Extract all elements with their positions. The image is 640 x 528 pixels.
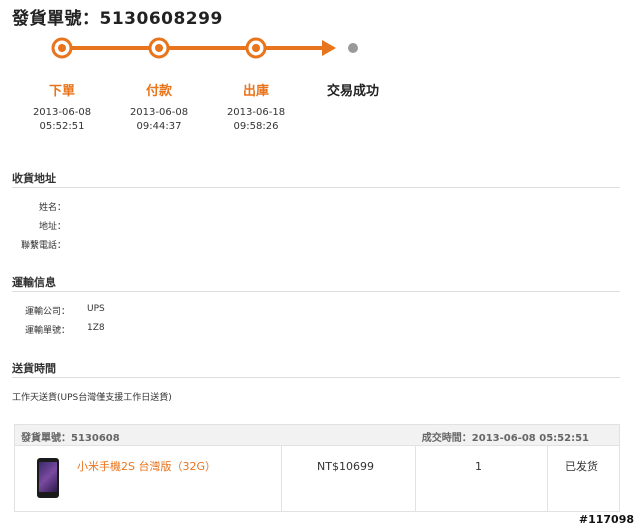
divider [12, 187, 620, 188]
progress-arrow-icon [322, 40, 336, 56]
step-label-order: 下單 [48, 84, 75, 99]
order-item-row: 小米手機2S 台灣版（32G） NT$10699 1 已发货 [14, 446, 620, 512]
section-heading-delivery: 送貨時間 [12, 362, 56, 375]
progress-track [51, 37, 358, 59]
watermark: #117098 [578, 513, 634, 526]
carrier-value: UPS [87, 304, 105, 314]
product-thumbnail[interactable] [37, 458, 59, 498]
delivery-note: 工作天送貨(UPS台灣僅支援工作日送貨) [12, 393, 172, 403]
carrier-label: 運輸公司： [24, 307, 70, 317]
section-heading-address: 收貨地址 [12, 172, 56, 185]
product-quantity: 1 [475, 460, 482, 473]
step-label-payment: 付款 [145, 84, 172, 99]
divider [12, 291, 620, 292]
step-label-outbound: 出庫 [242, 84, 269, 99]
step-time-outbound: 2013-06-18 09:58:26 [226, 107, 286, 132]
address-label: 地址： [38, 222, 66, 232]
order-status: 已发货 [565, 460, 598, 473]
step-time-order: 2013-06-08 05:52:51 [32, 107, 92, 132]
step-node-4-pending [348, 43, 358, 53]
deal-time: 成交時間：2013-06-08 05:52:51 [421, 433, 589, 444]
name-label: 姓名： [38, 203, 66, 213]
tracking-value: 1Z8 [87, 323, 105, 333]
step-time-payment: 2013-06-08 09:44:37 [129, 107, 189, 132]
step-node-2 [148, 37, 170, 59]
product-price: NT$10699 [317, 460, 374, 473]
order-number: 發貨單號：5130608 [21, 433, 120, 444]
section-heading-transport: 運輸信息 [12, 276, 56, 289]
step-node-3 [245, 37, 267, 59]
step-node-1 [51, 37, 73, 59]
phone-label: 聯繫電話： [20, 241, 66, 251]
divider [12, 377, 620, 378]
page-title: 發貨單號：5130608299 [12, 9, 223, 29]
step-label-success: 交易成功 [326, 84, 379, 99]
tracking-label: 運輸單號： [24, 326, 70, 336]
product-link[interactable]: 小米手機2S 台灣版（32G） [77, 458, 216, 474]
order-header: 發貨單號：5130608 成交時間：2013-06-08 05:52:51 [14, 424, 620, 446]
